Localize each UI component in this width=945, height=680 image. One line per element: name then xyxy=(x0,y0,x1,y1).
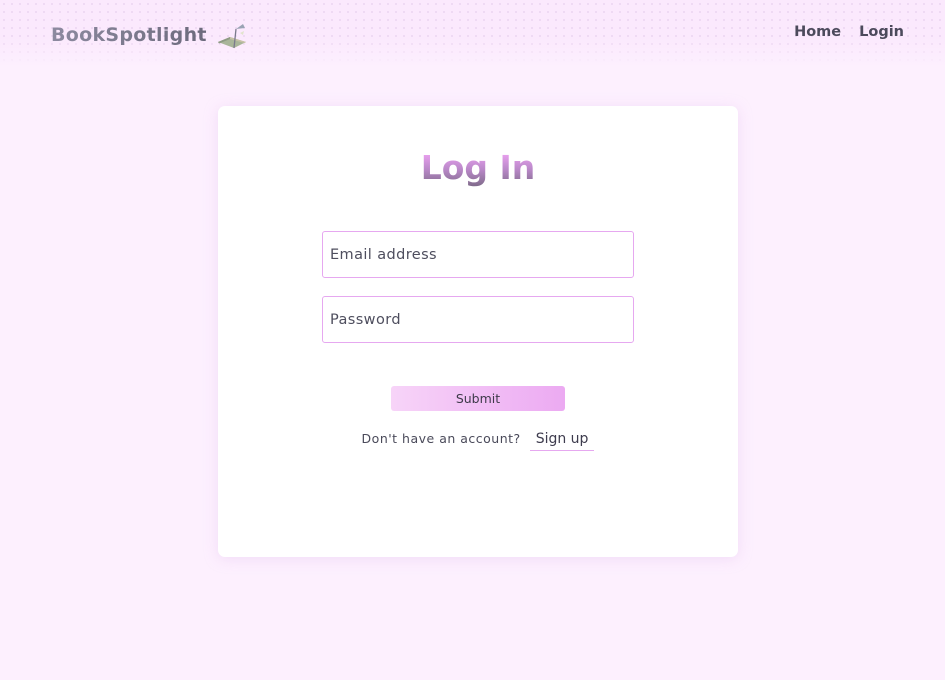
signup-prompt: Don't have an account? xyxy=(361,431,521,446)
page-title: Log In xyxy=(218,148,738,187)
signup-link[interactable]: Sign up xyxy=(529,431,595,451)
password-input[interactable] xyxy=(322,296,634,343)
nav-home-link[interactable]: Home xyxy=(794,24,841,40)
nav-login-link[interactable]: Login xyxy=(859,24,904,40)
page-title-text: Log In xyxy=(420,148,536,187)
brand-name: BookSpotlight xyxy=(51,24,207,46)
login-card: Log In Submit Don't have an account? Sig… xyxy=(218,106,738,557)
submit-button[interactable]: Submit xyxy=(391,386,565,411)
navbar: BookSpotlight Home Login xyxy=(0,0,945,68)
signup-row: Don't have an account? Sign up xyxy=(218,431,738,451)
brand[interactable]: BookSpotlight xyxy=(51,22,248,49)
open-book-lamp-icon xyxy=(217,24,246,49)
email-input[interactable] xyxy=(322,231,634,278)
nav-links: Home Login xyxy=(794,24,904,40)
